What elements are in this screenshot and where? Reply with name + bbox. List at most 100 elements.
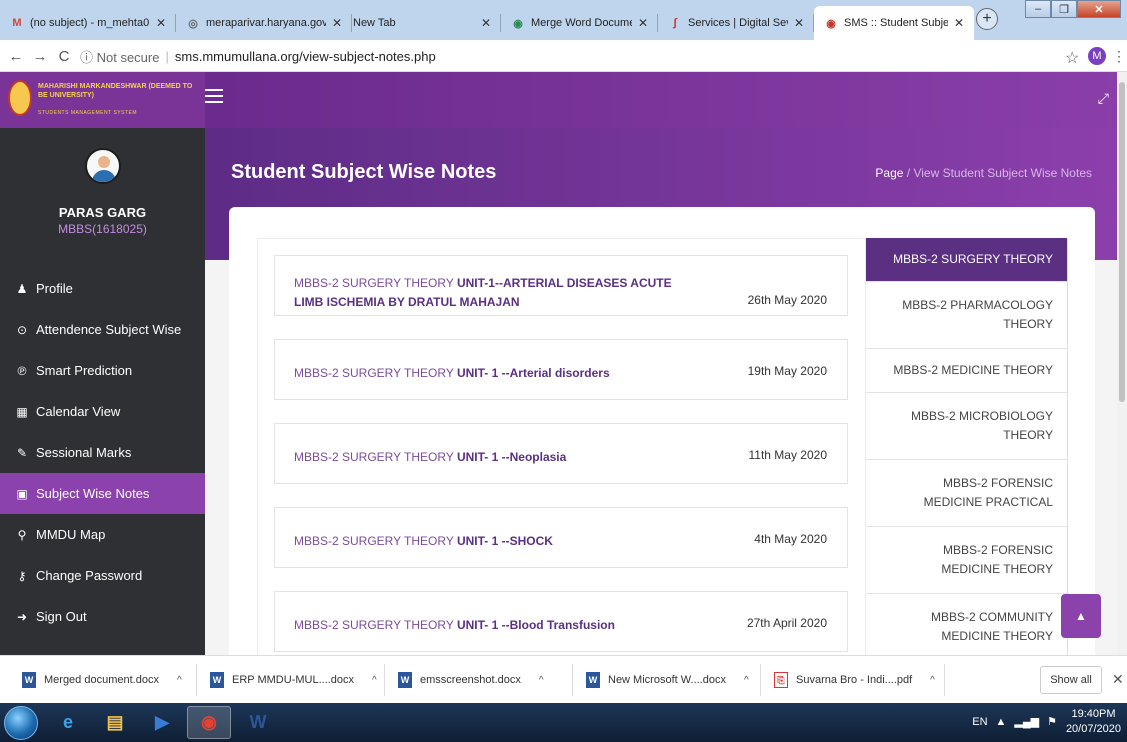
sidebar-item-sign-out[interactable]: ➜ Sign Out xyxy=(0,596,205,637)
browser-tab[interactable]: ◎ meraparivar.haryana.gov ✕ xyxy=(176,6,352,40)
note-subject: MBBS-2 SURGERY THEORY xyxy=(294,366,457,380)
download-item[interactable]: ⎘ Suvarna Bro - Indi....pdf ^ xyxy=(774,670,935,690)
browser-tab[interactable]: ∫ Services | Digital Seva Po ✕ xyxy=(658,6,814,40)
not-secure-indicator[interactable]: ⓘ Not secure xyxy=(80,47,159,66)
logo-emblem-icon xyxy=(8,80,32,116)
maximize-button[interactable]: ❐ xyxy=(1051,0,1077,18)
sidebar-item-label: Attendence Subject Wise xyxy=(36,322,182,337)
bookmark-star-icon[interactable]: ☆ xyxy=(1065,48,1079,68)
note-unit-title-line2: LIMB ISCHEMIA BY DRATUL MAHAJAN xyxy=(294,295,520,309)
new-tab-button[interactable]: + xyxy=(976,8,998,30)
note-unit-title: UNIT- 1 --Neoplasia xyxy=(456,450,567,464)
chevron-up-icon[interactable]: ^ xyxy=(744,675,749,686)
browser-tab[interactable]: M (no subject) - m_mehta0 ✕ xyxy=(0,6,176,40)
scroll-to-top-button[interactable]: ▲ xyxy=(1061,594,1101,638)
tray-expand-icon[interactable]: ▲ xyxy=(996,716,1007,728)
sidebar: MAHARISHI MARKANDESHWAR (DEEMED TO BE UN… xyxy=(0,72,205,655)
download-item[interactable]: Wemsscreenshot.docx ^ xyxy=(398,670,544,690)
word-taskbar-icon[interactable]: W xyxy=(236,706,280,739)
breadcrumb-page[interactable]: Page xyxy=(875,166,903,180)
system-tray: EN ▲ ▂▄▆ ⚑ xyxy=(972,715,1057,729)
tab-close-icon[interactable]: ✕ xyxy=(156,16,166,30)
note-title[interactable]: MBBS-2 SURGERY THEORY UNIT- 1 --Blood Tr… xyxy=(294,616,615,635)
tab-close-icon[interactable]: ✕ xyxy=(638,16,648,30)
internet-explorer-taskbar-icon[interactable]: e xyxy=(46,706,90,739)
note-title[interactable]: MBBS-2 SURGERY THEORY UNIT- 1 --Neoplasi… xyxy=(294,448,566,467)
clock[interactable]: 19:40PM 20/07/2020 xyxy=(1066,707,1121,737)
url-field[interactable]: ⓘ Not secure | sms.mmumullana.org/view-s… xyxy=(80,44,1060,68)
hamburger-menu-icon[interactable] xyxy=(205,89,223,103)
note-unit-title: UNIT- 1 --Arterial disorders xyxy=(456,366,610,380)
sidebar-item-sessional-marks[interactable]: ✎ Sessional Marks xyxy=(0,432,205,473)
profile-avatar[interactable]: M xyxy=(1088,47,1106,65)
tab-close-icon[interactable]: ✕ xyxy=(954,16,964,30)
browser-tab[interactable]: New Tab ✕ xyxy=(343,6,501,40)
back-icon[interactable]: ← xyxy=(6,46,26,66)
sidebar-item-attendence-subject-wise[interactable]: ⊙ Attendence Subject Wise xyxy=(0,309,205,350)
fullscreen-icon[interactable]: ⤢ xyxy=(1098,90,1109,107)
download-item[interactable]: W ERP MMDU-MUL....docx ^ xyxy=(210,670,377,690)
chevron-up-icon[interactable]: ^ xyxy=(177,675,182,686)
clock-icon: ⊙ xyxy=(16,322,28,337)
subject-tab[interactable]: MBBS-2 PHARMACOLOGY THEORY xyxy=(866,282,1067,349)
sidebar-item-label: Profile xyxy=(36,281,73,296)
subject-tab[interactable]: MBBS-2 MEDICINE THEORY xyxy=(866,349,1067,393)
subject-tab[interactable]: MBBS-2 MICROBIOLOGY THEORY xyxy=(866,393,1067,460)
download-item[interactable]: W Merged document.docx ^ xyxy=(22,670,182,690)
close-window-button[interactable]: ✕ xyxy=(1077,0,1121,18)
calendar-icon: ▦ xyxy=(16,404,28,419)
show-all-downloads-button[interactable]: Show all xyxy=(1040,666,1102,694)
note-card[interactable]: MBBS-2 SURGERY THEORY UNIT- 1 --SHOCK 4th… xyxy=(274,507,848,568)
note-title[interactable]: MBBS-2 SURGERY THEORY UNIT- 1 --SHOCK xyxy=(294,532,553,551)
subject-tab[interactable]: MBBS-2 COMMUNITY MEDICINE THEORY xyxy=(866,594,1067,655)
sidebar-item-mmdu-map[interactable]: ⚲ MMDU Map xyxy=(0,514,205,555)
sidebar-item-smart-prediction[interactable]: ℗ Smart Prediction xyxy=(0,350,205,391)
chevron-up-icon[interactable]: ^ xyxy=(539,675,544,686)
notes-list: MBBS-2 SURGERY THEORY UNIT-1--ARTERIAL D… xyxy=(257,238,866,655)
close-downloads-icon[interactable]: ✕ xyxy=(1112,671,1124,688)
tab-close-icon[interactable]: ✕ xyxy=(794,16,804,30)
note-card[interactable]: MBBS-2 SURGERY THEORY UNIT- 1 --Arterial… xyxy=(274,339,848,400)
note-card[interactable]: MBBS-2 SURGERY THEORY UNIT- 1 --Neoplasi… xyxy=(274,423,848,484)
browser-menu-icon[interactable]: ⋮ xyxy=(1112,48,1126,65)
minimize-button[interactable]: – xyxy=(1025,0,1051,18)
subject-tab[interactable]: MBBS-2 FORENSIC MEDICINE THEORY xyxy=(866,527,1067,594)
flag-icon[interactable]: ⚑ xyxy=(1047,715,1057,728)
note-title[interactable]: MBBS-2 SURGERY THEORY UNIT- 1 --Arterial… xyxy=(294,364,610,383)
sidebar-item-subject-wise-notes[interactable]: ▣ Subject Wise Notes xyxy=(0,473,205,514)
sidebar-item-profile[interactable]: ♟ Profile xyxy=(0,268,205,309)
start-button[interactable] xyxy=(4,706,38,740)
subject-tab[interactable]: MBBS-2 FORENSIC MEDICINE PRACTICAL xyxy=(866,460,1067,527)
chevron-up-icon[interactable]: ^ xyxy=(930,675,935,686)
scrollbar-thumb[interactable] xyxy=(1119,82,1125,402)
browser-tab[interactable]: ◉ Merge Word Documents ✕ xyxy=(501,6,658,40)
media-player-taskbar-icon[interactable]: ▶ xyxy=(140,706,184,739)
forward-icon[interactable]: → xyxy=(30,46,50,66)
subject-name-line1: MBBS-2 FORENSIC xyxy=(942,476,1053,490)
subject-name-line2: MEDICINE PRACTICAL xyxy=(923,495,1053,509)
downloads-shelf: Show all ✕ W Merged document.docx ^ W ERP MM… xyxy=(0,655,1127,703)
chevron-up-icon[interactable]: ^ xyxy=(372,675,377,686)
university-logo[interactable]: MAHARISHI MARKANDESHWAR (DEEMED TO BE UN… xyxy=(0,72,205,128)
page-scrollbar[interactable] xyxy=(1117,72,1127,655)
note-card[interactable]: MBBS-2 SURGERY THEORY UNIT- 1 --Blood Tr… xyxy=(274,591,848,652)
reload-icon[interactable]: C xyxy=(54,46,74,66)
window-controls: – ❐ ✕ xyxy=(1025,0,1121,18)
tab-close-icon[interactable]: ✕ xyxy=(481,16,491,30)
sidebar-item-calendar-view[interactable]: ▦ Calendar View xyxy=(0,391,205,432)
chrome-taskbar-icon[interactable]: ◉ xyxy=(187,706,231,739)
url-text[interactable]: sms.mmumullana.org/view-subject-notes.ph… xyxy=(175,49,436,64)
download-item[interactable]: W New Microsoft W....docx ^ xyxy=(586,670,749,690)
file-explorer-taskbar-icon[interactable]: ▤ xyxy=(93,706,137,739)
sign-out-icon: ➜ xyxy=(16,609,28,624)
browser-tab[interactable]: ◉ SMS :: Student Subject W ✕ xyxy=(814,6,974,40)
network-icon[interactable]: ▂▄▆ xyxy=(1014,715,1039,728)
subject-tab[interactable]: MBBS-2 SURGERY THEORY xyxy=(866,238,1067,282)
note-title[interactable]: MBBS-2 SURGERY THEORY UNIT-1--ARTERIAL D… xyxy=(294,274,672,312)
breadcrumb: Page / View Student Subject Wise Notes xyxy=(875,166,1092,180)
tab-close-icon[interactable]: ✕ xyxy=(332,16,342,30)
language-indicator[interactable]: EN xyxy=(972,716,987,728)
sidebar-item-change-password[interactable]: ⚷ Change Password xyxy=(0,555,205,596)
subject-tab-label: MBBS-2 MEDICINE THEORY xyxy=(893,361,1053,380)
note-card[interactable]: MBBS-2 SURGERY THEORY UNIT-1--ARTERIAL D… xyxy=(274,255,848,316)
